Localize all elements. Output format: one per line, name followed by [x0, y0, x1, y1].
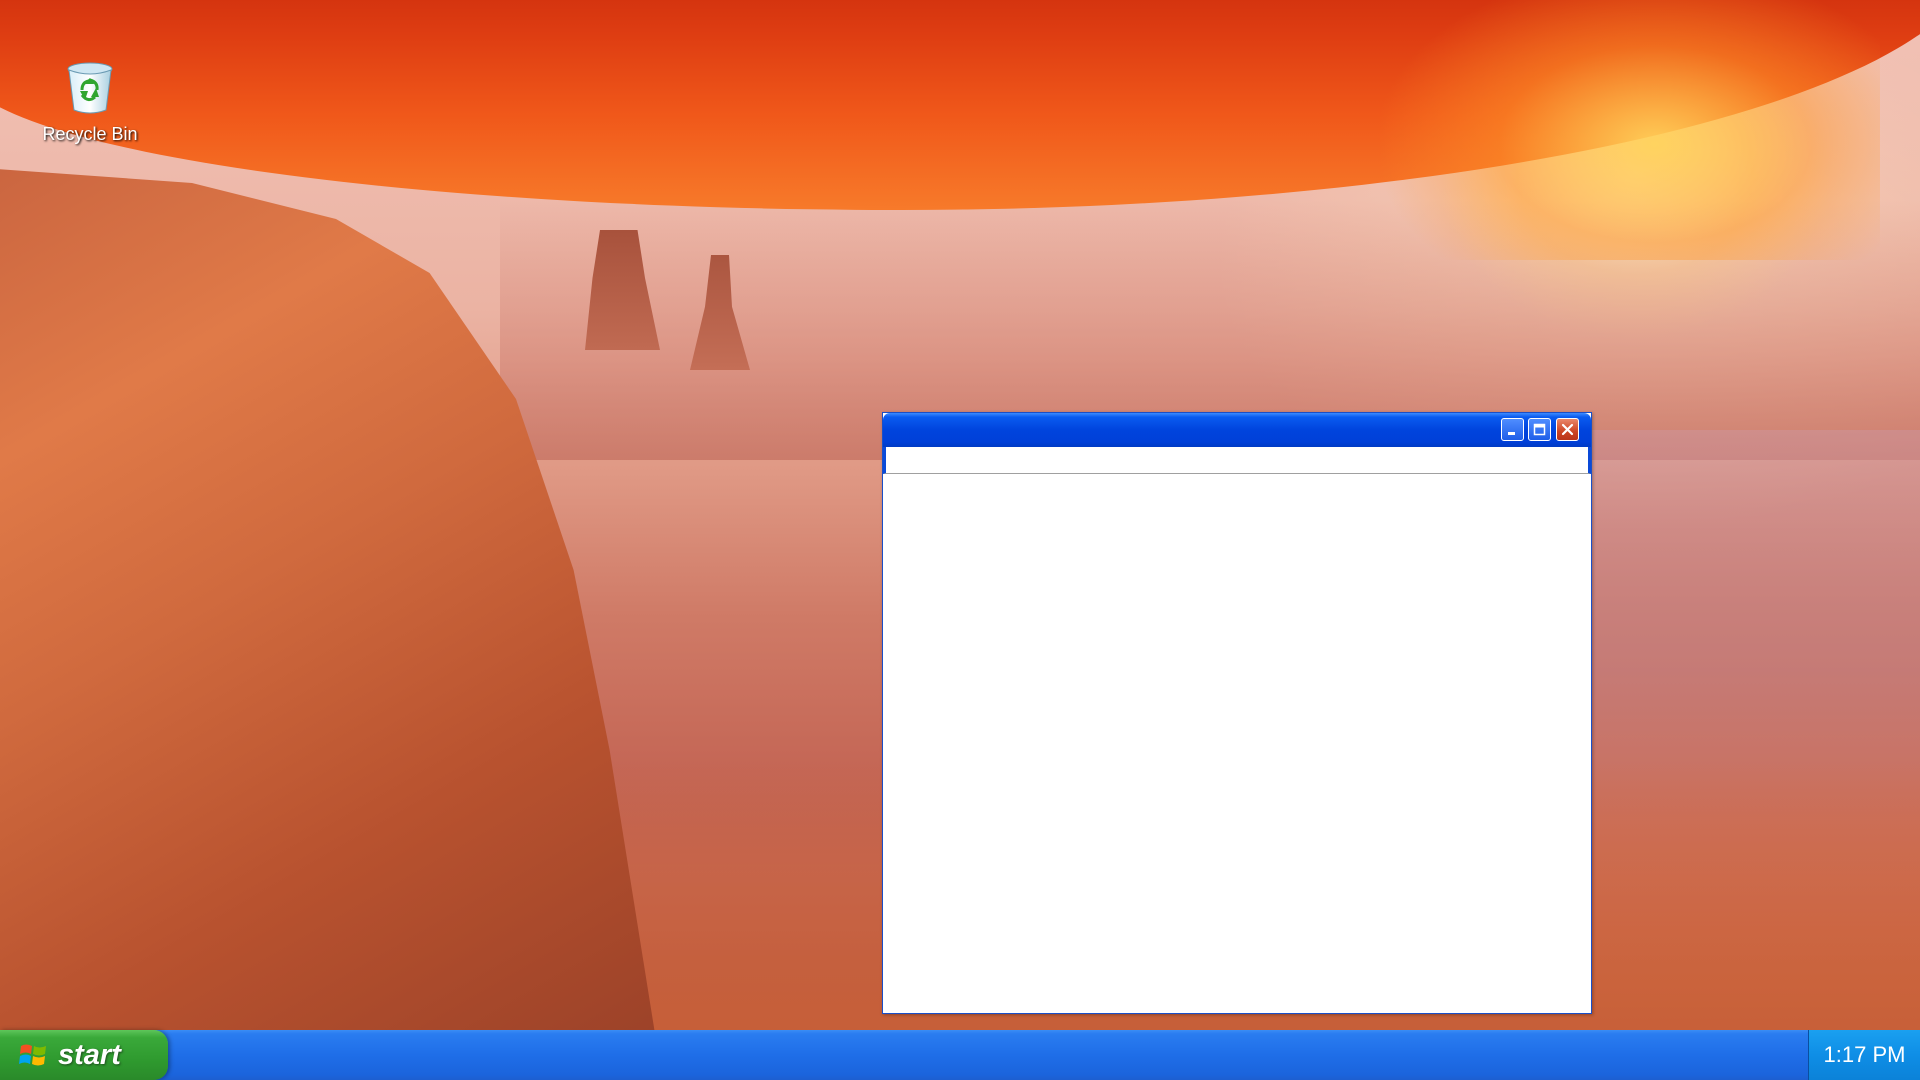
maximize-button[interactable]	[1528, 418, 1551, 441]
app-window[interactable]	[882, 412, 1592, 1014]
window-content-area[interactable]	[883, 475, 1591, 1013]
close-button[interactable]	[1556, 418, 1579, 441]
wallpaper-sun	[1380, 0, 1880, 260]
taskbar[interactable]: start 1:17 PM	[0, 1030, 1920, 1080]
system-tray[interactable]: 1:17 PM	[1808, 1030, 1920, 1080]
close-icon	[1561, 423, 1574, 436]
start-button[interactable]: start	[0, 1030, 168, 1080]
clock[interactable]: 1:17 PM	[1824, 1042, 1906, 1068]
minimize-button[interactable]	[1501, 418, 1524, 441]
start-label: start	[58, 1038, 121, 1071]
window-menubar	[883, 447, 1591, 474]
recycle-bin-icon	[67, 62, 113, 114]
maximize-icon	[1533, 423, 1546, 436]
windows-logo-icon	[19, 1044, 46, 1066]
window-titlebar[interactable]	[883, 413, 1591, 447]
desktop-icon-label: Recycle Bin	[42, 124, 138, 144]
minimize-icon	[1508, 432, 1515, 435]
desktop-icon-recycle-bin[interactable]: Recycle Bin	[28, 60, 152, 145]
